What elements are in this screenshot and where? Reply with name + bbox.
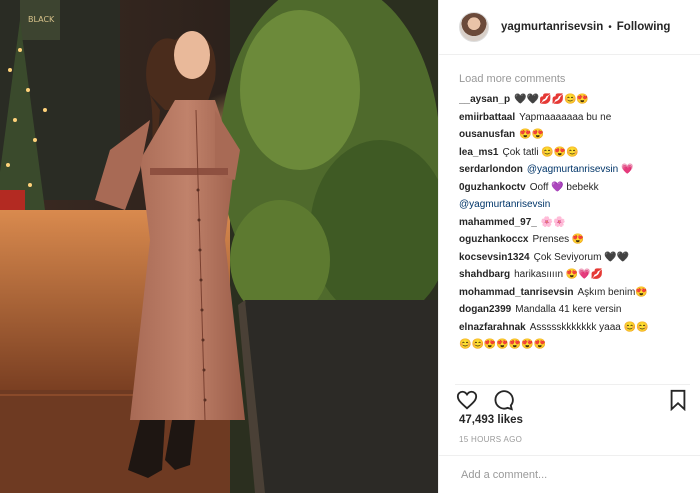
comment-text: Prenses 😍 bbox=[532, 234, 585, 245]
comment-text: Çok tatli 😊😍😊 bbox=[502, 146, 579, 158]
comment-user[interactable]: lea_ms1 bbox=[459, 147, 498, 158]
comment-text: 🖤🖤💋💋😊😍 bbox=[514, 94, 589, 105]
post-photo-image: BLACK bbox=[0, 0, 438, 493]
comment-text: Mandalla 41 kere versin bbox=[515, 304, 622, 315]
comment: emiirbattaal Yapmaaaaaaa bu ne bbox=[459, 109, 690, 127]
heart-icon[interactable] bbox=[455, 388, 479, 412]
post-photo: BLACK bbox=[0, 0, 438, 493]
load-more-comments-link[interactable]: Load more comments bbox=[459, 73, 690, 85]
comment: oguzhankoccx Prenses 😍 bbox=[459, 231, 690, 249]
comment-text: 💗 bbox=[620, 164, 634, 175]
post-timestamp: 15 HOURS AGO bbox=[459, 435, 523, 444]
comment: elnazfarahnak Assssskkkkkkk yaaa 😊😊 bbox=[459, 319, 690, 337]
header-separator: • bbox=[608, 21, 612, 33]
comment-text: 🌸🌸 bbox=[540, 216, 566, 228]
comment-user[interactable]: dogan2399 bbox=[459, 304, 511, 315]
comment-continuation: @yagmurtanrisevsin bbox=[459, 196, 690, 214]
comment-text: Yapmaaaaaaa bu ne bbox=[519, 111, 612, 123]
comment-user[interactable]: __aysan_p bbox=[459, 94, 510, 105]
comment: ousanusfan 😍😍 bbox=[459, 126, 690, 144]
comment-mention[interactable]: @yagmurtanrisevsin bbox=[459, 199, 550, 210]
comment-user[interactable]: shahdbarg bbox=[459, 269, 510, 280]
comment: dogan2399 Mandalla 41 kere versin bbox=[459, 301, 690, 319]
comment: mohammad_tanrisevsin Aşkım benim😍 bbox=[459, 284, 690, 302]
comment-user[interactable]: mahammed_97_ bbox=[459, 217, 537, 228]
comment-user[interactable]: emiirbattaal bbox=[459, 112, 515, 123]
following-button[interactable]: Following bbox=[617, 21, 671, 33]
comment: kocsevsin1324 Çok Seviyorum 🖤🖤 bbox=[459, 249, 690, 267]
comment-user[interactable]: serdarlondon bbox=[459, 164, 523, 175]
comment-list: Load more comments __aysan_p 🖤🖤💋💋😊😍 emiir… bbox=[459, 68, 690, 379]
comment-mention[interactable]: @yagmurtanrisevsin bbox=[527, 164, 618, 175]
sign-text: BLACK bbox=[28, 15, 55, 24]
comment: serdarlondon @yagmurtanrisevsin 💗 bbox=[459, 161, 690, 179]
comment-text: harikasıııın 😍💗💋 bbox=[514, 269, 604, 280]
comment-user[interactable]: kocsevsin1324 bbox=[459, 252, 530, 263]
comment-text: Ooff 💜 bebekk bbox=[529, 181, 599, 193]
post-header: yagmurtanrisevsin • Following bbox=[439, 0, 700, 55]
action-bar bbox=[455, 384, 690, 413]
comment-icon[interactable] bbox=[491, 388, 515, 412]
bookmark-icon[interactable] bbox=[666, 388, 690, 412]
comment-user[interactable]: elnazfarahnak bbox=[459, 322, 526, 333]
comment-user[interactable]: mohammad_tanrisevsin bbox=[459, 287, 574, 298]
post-panel: yagmurtanrisevsin • Following Load more … bbox=[438, 0, 700, 493]
header-username[interactable]: yagmurtanrisevsin bbox=[501, 21, 603, 33]
add-comment-bar bbox=[439, 455, 700, 493]
comment-user[interactable]: oguzhankoccx bbox=[459, 234, 528, 245]
comment: shahdbarg harikasıııın 😍💗💋 bbox=[459, 266, 690, 284]
comment: 0guzhankoctv Ooff 💜 bebekk bbox=[459, 179, 690, 197]
comment-text: Assssskkkkkkk yaaa 😊😊 bbox=[529, 321, 649, 333]
comment-continuation: 😊😊😍😍😍😍😍 bbox=[459, 336, 690, 354]
add-comment-input[interactable] bbox=[459, 468, 684, 482]
comment: mahammed_97_ 🌸🌸 bbox=[459, 214, 690, 232]
comment-text: 😊😊😍😍😍😍😍 bbox=[459, 339, 547, 350]
comment-text: Çok Seviyorum 🖤🖤 bbox=[533, 251, 630, 263]
likes-count[interactable]: 47,493 likes bbox=[459, 414, 523, 426]
comment: __aysan_p 🖤🖤💋💋😊😍 bbox=[459, 91, 690, 109]
avatar[interactable] bbox=[459, 12, 489, 42]
comment-user[interactable]: 0guzhankoctv bbox=[459, 182, 526, 193]
comment-text: 😍😍 bbox=[519, 129, 545, 140]
comment-user[interactable]: ousanusfan bbox=[459, 129, 515, 140]
comment-text: Aşkım benim😍 bbox=[577, 286, 648, 298]
comment: lea_ms1 Çok tatli 😊😍😊 bbox=[459, 144, 690, 162]
